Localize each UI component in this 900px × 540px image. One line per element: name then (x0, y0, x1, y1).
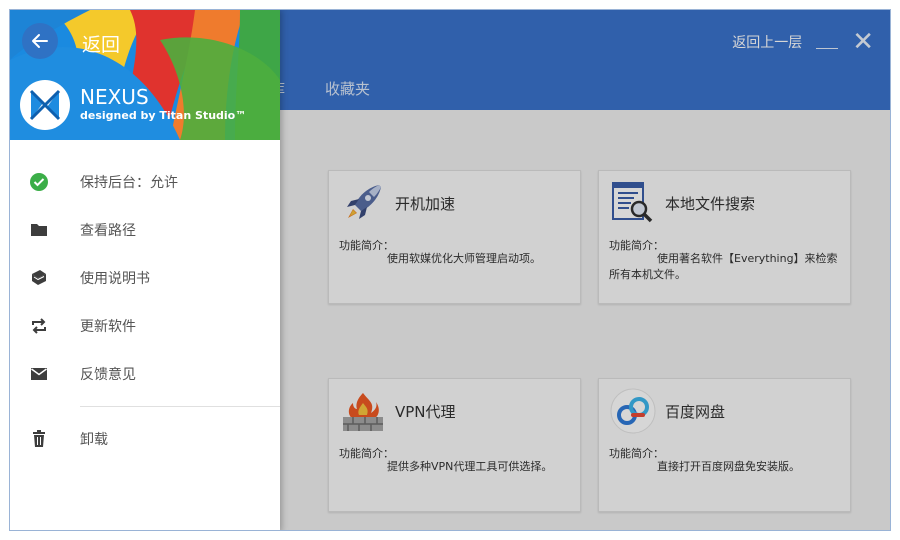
brand-name: NEXUS (80, 85, 149, 109)
menu-item-label: 反馈意见 (80, 367, 136, 383)
menu-item-keep-background[interactable]: 保持后台：允许 (10, 158, 280, 206)
trash-icon (28, 428, 50, 450)
menu-item-label: 更新软件 (80, 319, 136, 335)
book-icon (28, 267, 50, 289)
menu-item-label: 使用说明书 (80, 271, 150, 287)
menu-item-view-path[interactable]: 查看路径 (10, 206, 280, 254)
menu-item-uninstall[interactable]: 卸载 (10, 415, 280, 463)
menu-item-feedback[interactable]: 反馈意见 (10, 350, 280, 398)
navigation-drawer: 返回 NEXUS designed by Titan Studio™ 保持后台：… (10, 10, 280, 530)
mail-icon (28, 363, 50, 385)
menu-item-update[interactable]: 更新软件 (10, 302, 280, 350)
brand-subtitle: designed by Titan Studio™ (80, 109, 247, 122)
back-label[interactable]: 返回 (82, 30, 120, 57)
menu-item-label: 保持后台：允许 (80, 175, 178, 191)
menu-item-manual[interactable]: 使用说明书 (10, 254, 280, 302)
back-button[interactable] (22, 23, 58, 59)
menu-divider (80, 406, 280, 407)
check-circle-icon (28, 171, 50, 193)
arrow-left-icon (32, 34, 48, 48)
menu-item-label: 查看路径 (80, 223, 136, 239)
app-window: 返回上一层 ✕ 库 收藏夹 上的 捷 (9, 9, 891, 531)
drawer-header: 返回 NEXUS designed by Titan Studio™ (10, 10, 280, 140)
nexus-logo-icon (20, 80, 70, 130)
repeat-icon (28, 315, 50, 337)
menu-item-label: 卸载 (80, 432, 108, 448)
folder-icon (28, 219, 50, 241)
drawer-menu: 保持后台：允许 查看路径 使用说明书 更新软件 反馈意见 卸载 (10, 158, 280, 463)
